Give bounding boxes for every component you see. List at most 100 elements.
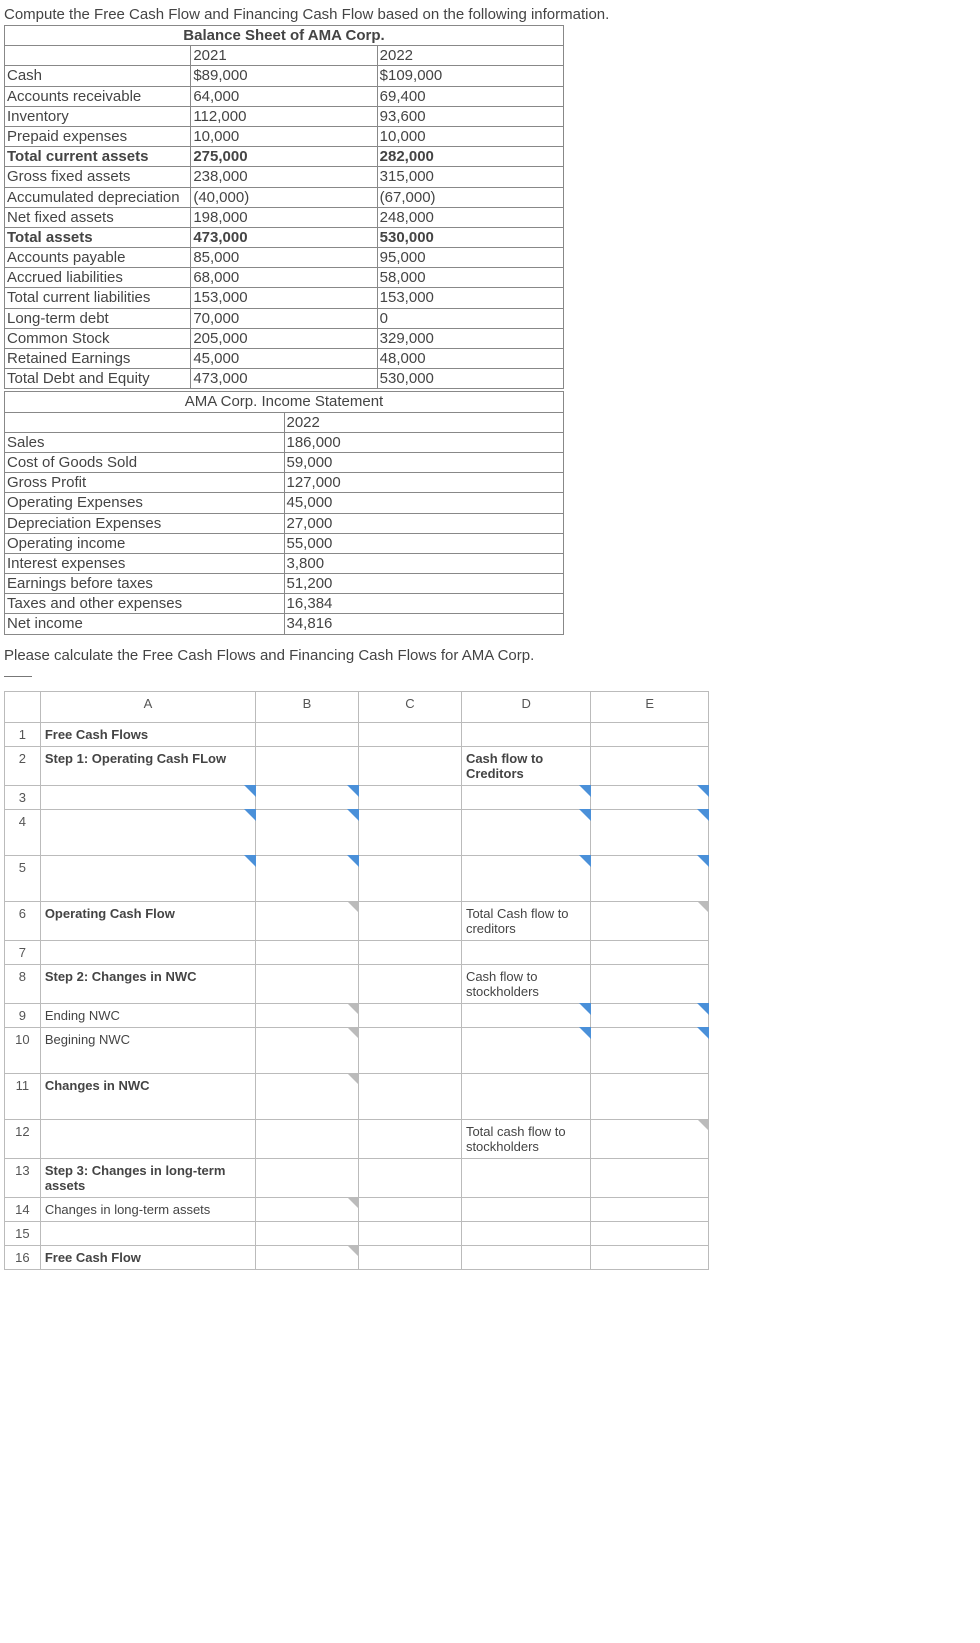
cell-e14[interactable]	[591, 1197, 709, 1221]
cell-d12[interactable]: Total cash flow to stockholders	[461, 1119, 590, 1158]
cell-a7[interactable]	[40, 940, 255, 964]
cell-b1[interactable]	[256, 722, 359, 746]
cell-e16[interactable]	[591, 1245, 709, 1269]
row-number[interactable]: 9	[5, 1003, 41, 1027]
row-number[interactable]: 5	[5, 855, 41, 901]
cell-e3[interactable]	[591, 785, 709, 809]
row-number[interactable]: 16	[5, 1245, 41, 1269]
cell-c12[interactable]	[358, 1119, 461, 1158]
cell-a14[interactable]: Changes in long-term assets	[40, 1197, 255, 1221]
cell-e5[interactable]	[591, 855, 709, 901]
cell-d11[interactable]	[461, 1073, 590, 1119]
row-number[interactable]: 12	[5, 1119, 41, 1158]
cell-e1[interactable]	[591, 722, 709, 746]
cell-d10[interactable]	[461, 1027, 590, 1073]
cell-a8[interactable]: Step 2: Changes in NWC	[40, 964, 255, 1003]
col-header-d[interactable]: D	[461, 691, 590, 722]
cell-b2[interactable]	[256, 746, 359, 785]
cell-b15[interactable]	[256, 1221, 359, 1245]
cell-c14[interactable]	[358, 1197, 461, 1221]
cell-d13[interactable]	[461, 1158, 590, 1197]
cell-c9[interactable]	[358, 1003, 461, 1027]
cell-b6[interactable]	[256, 901, 359, 940]
cell-d5[interactable]	[461, 855, 590, 901]
cell-d7[interactable]	[461, 940, 590, 964]
cell-c1[interactable]	[358, 722, 461, 746]
cell-b7[interactable]	[256, 940, 359, 964]
cell-c16[interactable]	[358, 1245, 461, 1269]
cell-c13[interactable]	[358, 1158, 461, 1197]
cell-c11[interactable]	[358, 1073, 461, 1119]
cell-e6[interactable]	[591, 901, 709, 940]
cell-d15[interactable]	[461, 1221, 590, 1245]
cell-e10[interactable]	[591, 1027, 709, 1073]
cell-e12[interactable]	[591, 1119, 709, 1158]
cell-a15[interactable]	[40, 1221, 255, 1245]
cell-e4[interactable]	[591, 809, 709, 855]
cell-a13[interactable]: Step 3: Changes in long-term assets	[40, 1158, 255, 1197]
cell-d1[interactable]	[461, 722, 590, 746]
row-number[interactable]: 1	[5, 722, 41, 746]
cell-a16[interactable]: Free Cash Flow	[40, 1245, 255, 1269]
cell-e11[interactable]	[591, 1073, 709, 1119]
cell-e7[interactable]	[591, 940, 709, 964]
cell-b16[interactable]	[256, 1245, 359, 1269]
cell-d2[interactable]: Cash flow to Creditors	[461, 746, 590, 785]
cell-c4[interactable]	[358, 809, 461, 855]
cell-c7[interactable]	[358, 940, 461, 964]
cell-e13[interactable]	[591, 1158, 709, 1197]
cell-c8[interactable]	[358, 964, 461, 1003]
row-number[interactable]: 11	[5, 1073, 41, 1119]
cell-d9[interactable]	[461, 1003, 590, 1027]
cell-b8[interactable]	[256, 964, 359, 1003]
cell-a4[interactable]	[40, 809, 255, 855]
row-number[interactable]: 6	[5, 901, 41, 940]
cell-a9[interactable]: Ending NWC	[40, 1003, 255, 1027]
col-header-a[interactable]: A	[40, 691, 255, 722]
cell-d6[interactable]: Total Cash flow to creditors	[461, 901, 590, 940]
cell-a11[interactable]: Changes in NWC	[40, 1073, 255, 1119]
cell-a2[interactable]: Step 1: Operating Cash FLow	[40, 746, 255, 785]
cell-b10[interactable]	[256, 1027, 359, 1073]
cell-c15[interactable]	[358, 1221, 461, 1245]
cell-a1[interactable]: Free Cash Flows	[40, 722, 255, 746]
cell-a5[interactable]	[40, 855, 255, 901]
cell-e2[interactable]	[591, 746, 709, 785]
cell-d3[interactable]	[461, 785, 590, 809]
row-number[interactable]: 2	[5, 746, 41, 785]
cell-a3[interactable]	[40, 785, 255, 809]
cell-b5[interactable]	[256, 855, 359, 901]
cell-b4[interactable]	[256, 809, 359, 855]
cell-e9[interactable]	[591, 1003, 709, 1027]
cell-d8[interactable]: Cash flow to stockholders	[461, 964, 590, 1003]
cell-c3[interactable]	[358, 785, 461, 809]
cell-b11[interactable]	[256, 1073, 359, 1119]
cell-d4[interactable]	[461, 809, 590, 855]
cell-a12[interactable]	[40, 1119, 255, 1158]
row-number[interactable]: 4	[5, 809, 41, 855]
cell-c6[interactable]	[358, 901, 461, 940]
col-header-c[interactable]: C	[358, 691, 461, 722]
row-number[interactable]: 13	[5, 1158, 41, 1197]
cell-c5[interactable]	[358, 855, 461, 901]
cell-b14[interactable]	[256, 1197, 359, 1221]
cell-b3[interactable]	[256, 785, 359, 809]
row-number[interactable]: 7	[5, 940, 41, 964]
row-number[interactable]: 8	[5, 964, 41, 1003]
cell-d14[interactable]	[461, 1197, 590, 1221]
col-header-b[interactable]: B	[256, 691, 359, 722]
cell-c2[interactable]	[358, 746, 461, 785]
cell-e15[interactable]	[591, 1221, 709, 1245]
row-number[interactable]: 10	[5, 1027, 41, 1073]
col-header-e[interactable]: E	[591, 691, 709, 722]
row-number[interactable]: 14	[5, 1197, 41, 1221]
cell-b9[interactable]	[256, 1003, 359, 1027]
cell-b13[interactable]	[256, 1158, 359, 1197]
cell-c10[interactable]	[358, 1027, 461, 1073]
cell-a10[interactable]: Begining NWC	[40, 1027, 255, 1073]
cell-d16[interactable]	[461, 1245, 590, 1269]
row-number[interactable]: 3	[5, 785, 41, 809]
row-number[interactable]: 15	[5, 1221, 41, 1245]
cell-b12[interactable]	[256, 1119, 359, 1158]
cell-a6[interactable]: Operating Cash Flow	[40, 901, 255, 940]
